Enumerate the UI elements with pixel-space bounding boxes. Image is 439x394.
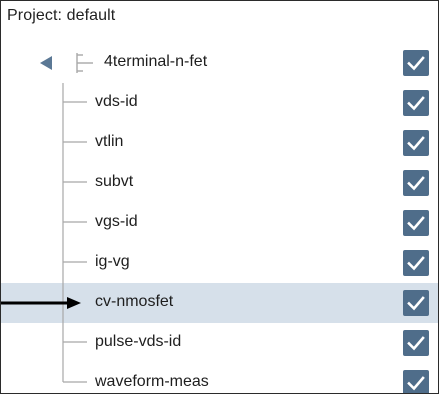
tree-item-row[interactable]: ig-vg xyxy=(1,243,438,283)
tree-item-label: vgs-id xyxy=(95,213,138,230)
tree-item-label: vds-id xyxy=(95,93,138,110)
tree-item-row[interactable]: waveform-meas xyxy=(1,363,438,393)
tree-item-label: vtlin xyxy=(95,133,124,150)
tree-item-row[interactable]: subvt xyxy=(1,163,438,203)
tree-item-checkbox[interactable] xyxy=(403,330,429,356)
tree-item-checkbox[interactable] xyxy=(403,90,429,116)
tree-item-row[interactable]: vds-id xyxy=(1,83,438,123)
pointer-arrow-icon xyxy=(1,283,81,323)
tree-item-label: ig-vg xyxy=(95,253,130,270)
tree-item-row[interactable]: vtlin xyxy=(1,123,438,163)
tree-item-label: cv-nmosfet xyxy=(95,293,174,310)
tree-item-checkbox[interactable] xyxy=(403,170,429,196)
tree-item-checkbox[interactable] xyxy=(403,130,429,156)
tree-item-checkbox[interactable] xyxy=(403,370,429,393)
tree-item-checkbox[interactable] xyxy=(403,250,429,276)
tree-item-row[interactable]: pulse-vds-id xyxy=(1,323,438,363)
tree-item-checkbox[interactable] xyxy=(403,210,429,236)
tree-item-label: subvt xyxy=(95,173,134,190)
tree-item-checkbox[interactable] xyxy=(403,290,429,316)
project-tree-panel: Project: default 4terminal-n-fet vds-id xyxy=(0,0,439,394)
tree-item-label: waveform-meas xyxy=(95,373,209,390)
tree-item-label: pulse-vds-id xyxy=(95,333,182,350)
tree-item-row[interactable]: vgs-id xyxy=(1,203,438,243)
tree-item-row-selected[interactable]: cv-nmosfet xyxy=(1,283,438,323)
